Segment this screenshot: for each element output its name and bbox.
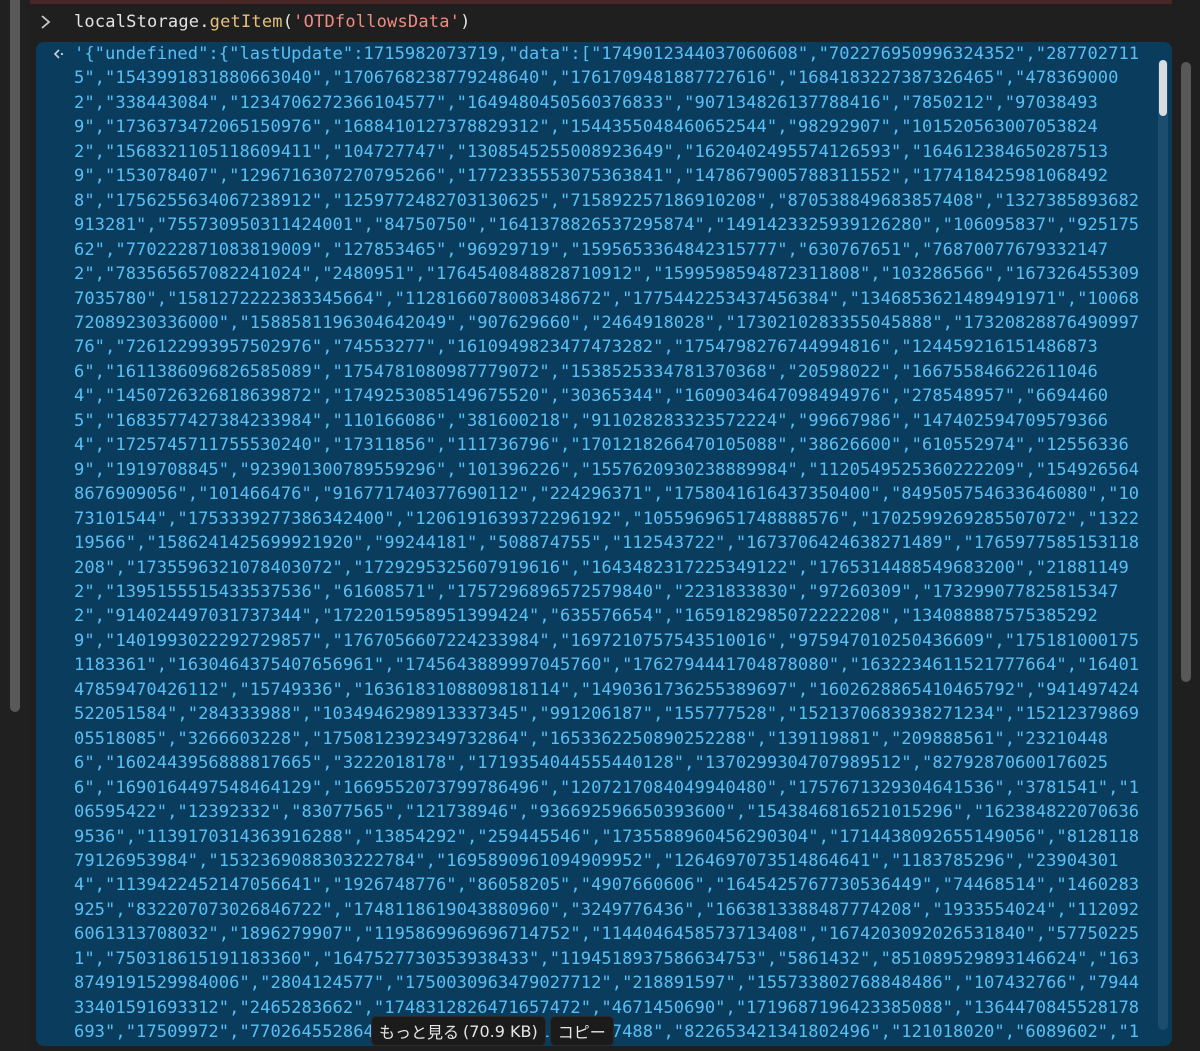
expression-dot: .	[199, 12, 210, 32]
output-scrollbar[interactable]	[1158, 60, 1168, 1030]
copy-button[interactable]: コピー	[550, 1017, 613, 1045]
expression-object: localStorage	[74, 12, 200, 32]
console-scrollbar-right[interactable]	[1172, 0, 1200, 1051]
devtools-console: localStorage. getItem('OTDfollowsData') '…	[0, 0, 1200, 1051]
expression-method: getItem	[209, 12, 283, 32]
show-more-label: もっと見る	[379, 1023, 460, 1042]
console-output-result[interactable]: '{"undefined":{"lastUpdate":171598207371…	[36, 42, 1172, 1046]
console-input-row: localStorage. getItem('OTDfollowsData')	[36, 8, 1170, 36]
copy-label: コピー	[557, 1023, 606, 1042]
output-string-value[interactable]: '{"undefined":{"lastUpdate":171598207371…	[74, 42, 1140, 1046]
console-scrollbar-thumb[interactable]	[1181, 62, 1191, 682]
show-more-size: (70.9 KB)	[463, 1021, 538, 1041]
chevron-right-icon	[36, 12, 56, 32]
output-scrollbar-thumb[interactable]	[1159, 60, 1167, 116]
truncation-actions: もっと見る (70.9 KB) コピー	[372, 1017, 613, 1045]
expression-close-paren: )	[460, 12, 471, 32]
previous-entry-edge	[28, 0, 1178, 4]
show-more-button[interactable]: もっと見る (70.9 KB)	[372, 1017, 545, 1045]
console-scrollbar-left[interactable]	[10, 0, 20, 712]
expression-argument: 'OTDfollowsData'	[293, 12, 461, 32]
return-arrow-icon	[50, 46, 66, 67]
expression-open-paren: (	[282, 12, 294, 32]
